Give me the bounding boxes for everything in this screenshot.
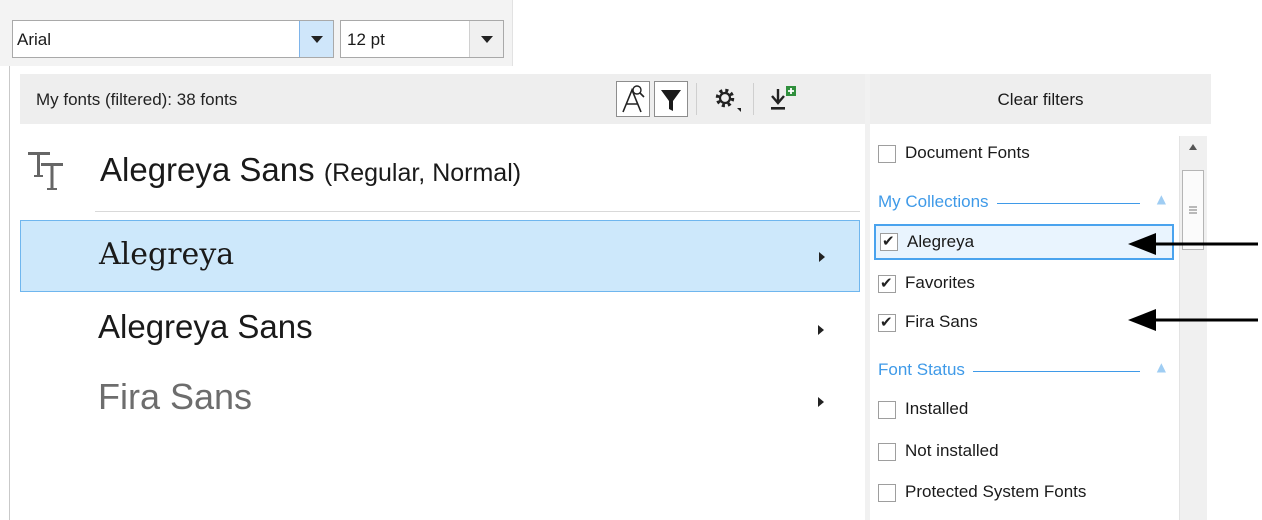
- filter-icon[interactable]: [654, 81, 688, 117]
- chevron-down-icon: [311, 36, 323, 43]
- expand-arrow-icon[interactable]: [818, 325, 824, 335]
- font-count-label: My fonts (filtered): 38 fonts: [36, 90, 238, 109]
- installed-label: Installed: [905, 399, 969, 418]
- font-size-value[interactable]: 12 pt: [347, 30, 385, 50]
- expand-arrow-icon[interactable]: [819, 252, 825, 262]
- my-collections-section-header[interactable]: My Collections ▲: [878, 192, 1170, 216]
- panel-border: [9, 66, 10, 520]
- fira-sans-checkbox[interactable]: [878, 313, 896, 332]
- font-row-alegreya-sans[interactable]: Alegreya Sans: [20, 294, 860, 366]
- clear-filters-button[interactable]: Clear filters: [870, 90, 1211, 110]
- alegreya-label: Alegreya: [907, 232, 975, 251]
- font-size-combobox[interactable]: 12 pt: [340, 20, 504, 58]
- header-separator: [696, 83, 697, 115]
- font-row-fira-sans[interactable]: Fira Sans: [20, 366, 860, 438]
- divider: [95, 211, 860, 212]
- callout-arrow-icon: [1126, 229, 1260, 259]
- current-font-display: Alegreya Sans (Regular, Normal): [100, 151, 521, 189]
- scroll-up-arrow-icon[interactable]: [1189, 144, 1197, 150]
- current-font-style: (Regular, Normal): [323, 159, 522, 187]
- gear-icon[interactable]: [710, 81, 744, 117]
- font-name-combobox[interactable]: Arial: [12, 20, 334, 58]
- font-name-dropdown-button[interactable]: [299, 21, 333, 57]
- chevron-down-icon: [481, 36, 493, 43]
- my-collections-title: My Collections: [878, 192, 997, 212]
- clear-filters-header[interactable]: Clear filters: [870, 74, 1211, 124]
- fira-sans-label: Fira Sans: [905, 312, 978, 331]
- protected-system-fonts-checkbox[interactable]: [878, 484, 896, 502]
- font-row-label: Fira Sans: [98, 376, 253, 417]
- font-list-header: My fonts (filtered): 38 fonts: [20, 74, 865, 124]
- font-status-title: Font Status: [878, 360, 973, 380]
- callout-arrow-icon: [1126, 305, 1260, 335]
- font-row-label: Alegreya Sans: [98, 308, 313, 345]
- collapse-up-icon[interactable]: ▲: [1157, 192, 1166, 206]
- current-font-name: Alegreya Sans: [100, 151, 315, 188]
- expand-arrow-icon[interactable]: [818, 397, 824, 407]
- font-size-dropdown-button[interactable]: [469, 21, 503, 57]
- font-row-label: Alegreya: [99, 237, 235, 272]
- document-fonts-label: Document Fonts: [905, 143, 1030, 162]
- collapse-up-icon[interactable]: ▲: [1157, 360, 1166, 374]
- header-separator: [753, 83, 754, 115]
- favorites-label: Favorites: [905, 273, 975, 292]
- font-sample-icon[interactable]: [616, 81, 650, 117]
- truetype-icon: [26, 148, 90, 196]
- favorites-checkbox[interactable]: [878, 274, 896, 293]
- alegreya-checkbox[interactable]: [880, 232, 898, 251]
- font-row-alegreya[interactable]: Alegreya: [20, 220, 860, 292]
- document-fonts-checkbox[interactable]: [878, 145, 896, 163]
- protected-system-fonts-label: Protected System Fonts: [905, 482, 1087, 501]
- panel-divider[interactable]: [865, 74, 870, 520]
- download-add-icon[interactable]: [766, 81, 800, 117]
- font-name-value[interactable]: Arial: [17, 30, 51, 50]
- not-installed-checkbox[interactable]: [878, 443, 896, 461]
- installed-checkbox[interactable]: [878, 401, 896, 419]
- not-installed-label: Not installed: [905, 441, 999, 460]
- font-status-section-header[interactable]: Font Status ▲: [878, 360, 1170, 384]
